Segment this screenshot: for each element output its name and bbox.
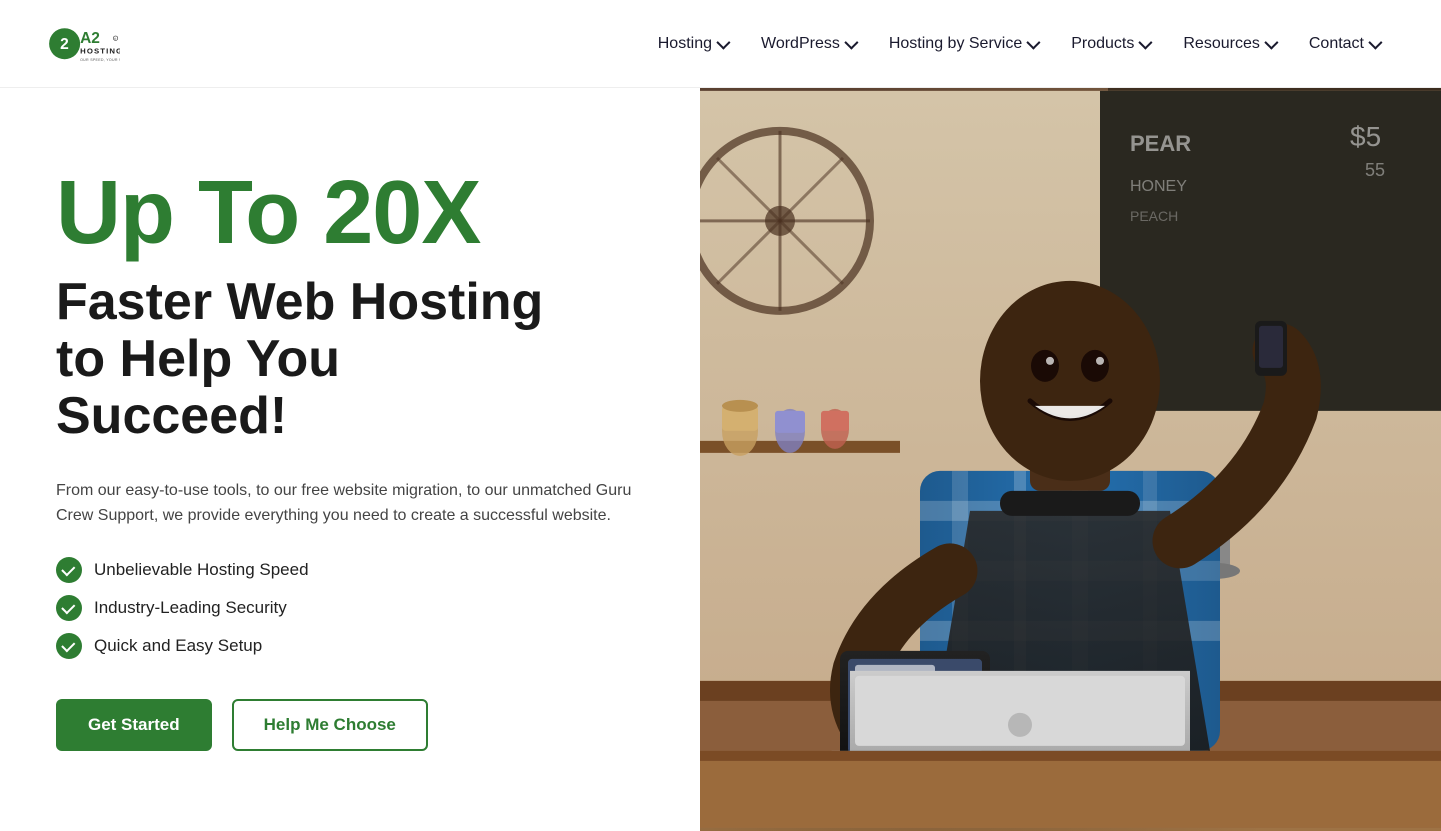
check-icon-speed <box>56 557 82 583</box>
nav-item-products[interactable]: Products <box>1057 27 1163 61</box>
feature-item-setup: Quick and Easy Setup <box>56 633 652 659</box>
nav-link-products[interactable]: Products <box>1057 27 1163 61</box>
hero-image: PEAR HONEY PEACH $5 55 <box>700 88 1441 831</box>
svg-text:2: 2 <box>60 36 69 53</box>
check-icon-security <box>56 595 82 621</box>
navbar: 2 A2 HOSTING ® OUR SPEED, YOUR SUCCESS H… <box>0 0 1441 88</box>
hero-description: From our easy-to-use tools, to our free … <box>56 478 652 529</box>
chevron-icon <box>716 35 730 49</box>
svg-text:®: ® <box>114 37 116 41</box>
nav-item-contact[interactable]: Contact <box>1295 27 1393 61</box>
svg-text:A2: A2 <box>80 30 100 47</box>
feature-item-speed: Unbelievable Hosting Speed <box>56 557 652 583</box>
svg-text:PEAR: PEAR <box>1130 131 1191 156</box>
hero-section: Up To 20X Faster Web Hosting to Help You… <box>0 88 1441 831</box>
nav-link-hosting[interactable]: Hosting <box>644 27 741 61</box>
svg-text:HONEY: HONEY <box>1130 178 1187 195</box>
svg-text:PEACH: PEACH <box>1130 208 1178 224</box>
hero-image-bg: PEAR HONEY PEACH $5 55 <box>700 88 1441 831</box>
svg-text:HOSTING: HOSTING <box>80 46 120 55</box>
check-icon-setup <box>56 633 82 659</box>
nav-item-hosting-by-service[interactable]: Hosting by Service <box>875 27 1051 61</box>
nav-link-wordpress[interactable]: WordPress <box>747 27 869 61</box>
nav-item-wordpress[interactable]: WordPress <box>747 27 869 61</box>
nav-link-hosting-by-service[interactable]: Hosting by Service <box>875 27 1051 61</box>
hero-subtitle: Faster Web Hosting to Help You Succeed! <box>56 274 652 446</box>
help-me-choose-button[interactable]: Help Me Choose <box>232 699 428 751</box>
nav-link-resources[interactable]: Resources <box>1169 27 1288 61</box>
logo[interactable]: 2 A2 HOSTING ® OUR SPEED, YOUR SUCCESS <box>48 8 120 80</box>
get-started-button[interactable]: Get Started <box>56 699 212 751</box>
chevron-icon <box>1368 35 1382 49</box>
chevron-icon <box>1264 35 1278 49</box>
svg-text:OUR SPEED, YOUR SUCCESS: OUR SPEED, YOUR SUCCESS <box>80 57 120 61</box>
chevron-icon <box>1027 35 1041 49</box>
chevron-icon <box>1139 35 1153 49</box>
feature-item-security: Industry-Leading Security <box>56 595 652 621</box>
nav-link-contact[interactable]: Contact <box>1295 27 1393 61</box>
hero-content: Up To 20X Faster Web Hosting to Help You… <box>0 88 700 831</box>
svg-text:$5: $5 <box>1350 121 1381 152</box>
nav-menu: Hosting WordPress Hosting by Service Pro… <box>644 27 1393 61</box>
hero-title-green: Up To 20X <box>56 168 652 258</box>
feature-list: Unbelievable Hosting Speed Industry-Lead… <box>56 557 652 659</box>
chevron-icon <box>844 35 858 49</box>
nav-item-resources[interactable]: Resources <box>1169 27 1288 61</box>
svg-text:55: 55 <box>1365 160 1385 180</box>
cta-buttons: Get Started Help Me Choose <box>56 699 652 751</box>
nav-item-hosting[interactable]: Hosting <box>644 27 741 61</box>
